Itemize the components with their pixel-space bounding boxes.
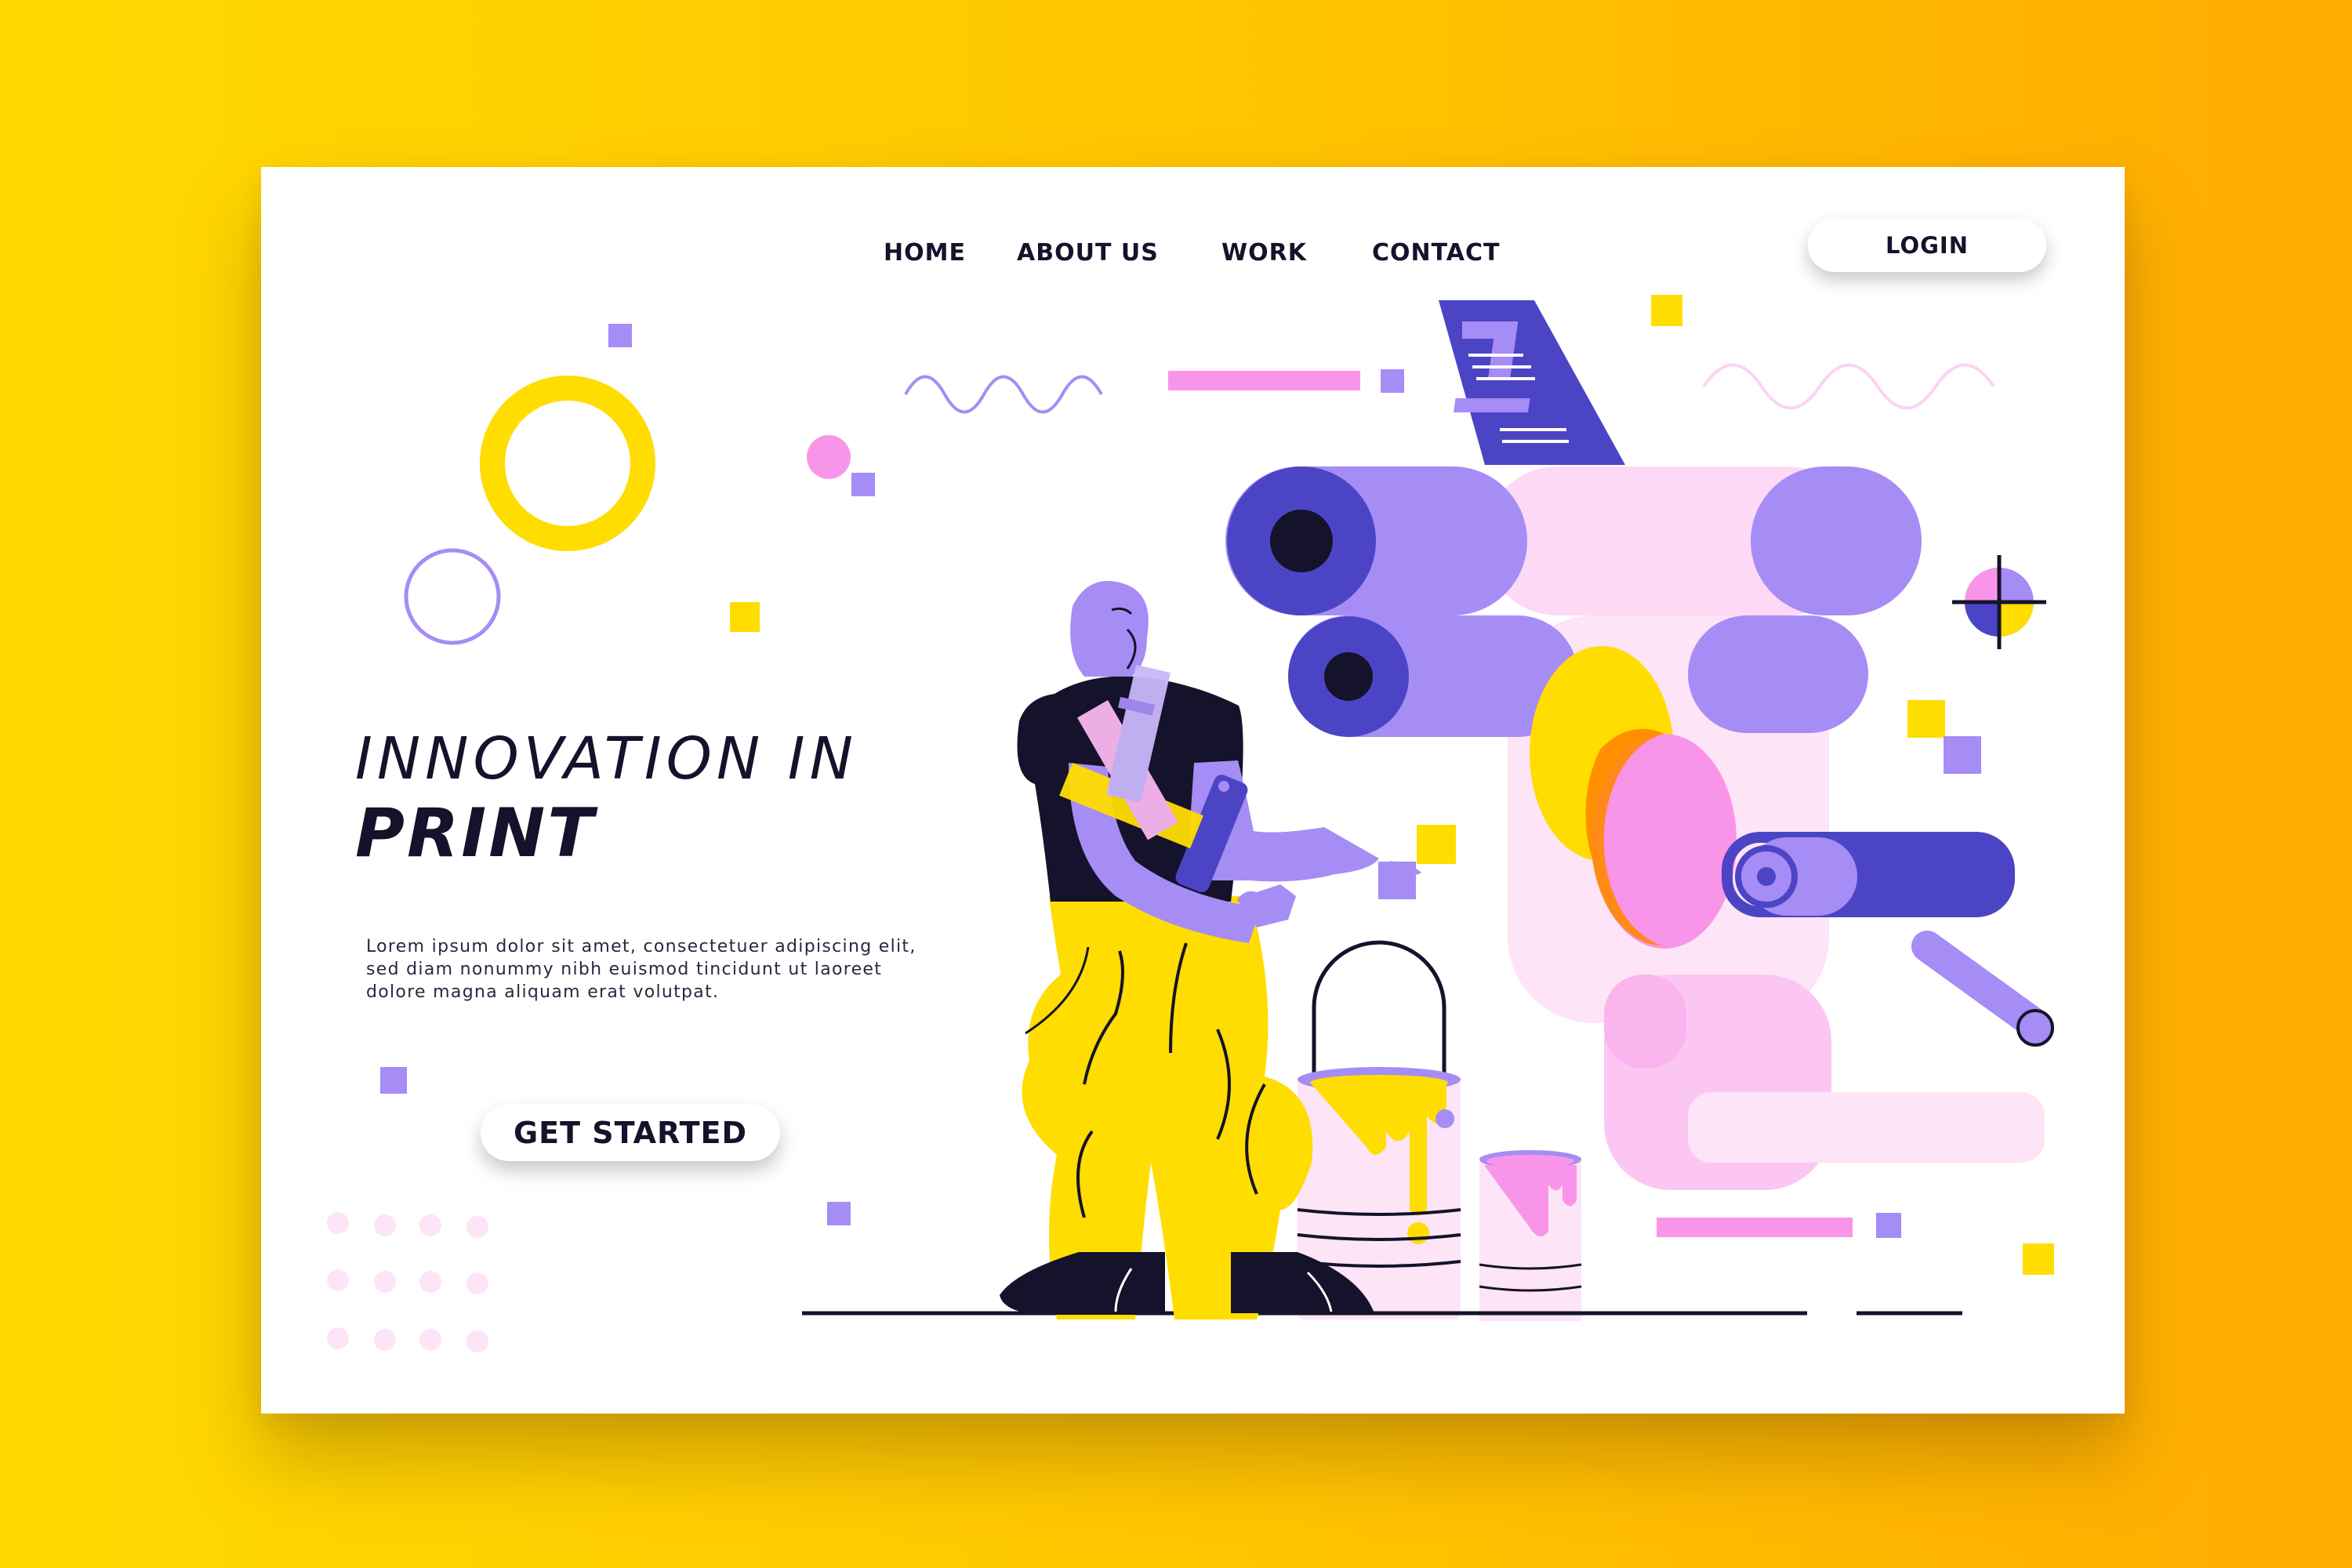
hero-paragraph: Lorem ipsum dolor sit amet, consectetuer… [366,937,916,1002]
hero-title-line2: PRINT [355,794,596,873]
nav-contact-link[interactable]: CONTACT [1372,230,1500,277]
nav-about-link[interactable]: ABOUT US [1017,230,1159,277]
dot-grid-decoration [327,1212,488,1352]
registration-mark-icon [1952,555,2046,649]
nav-home-link[interactable]: HOME [884,230,966,277]
wave-decoration [904,375,1103,414]
purple-ring-decoration [404,548,501,645]
document-sheet-icon [1439,300,1625,465]
hero-title-line1: INNOVATION IN [355,725,858,793]
nav-work-link[interactable]: WORK [1221,230,1307,277]
yellow-ring-decoration [480,376,655,551]
login-button[interactable]: LOGIN [1808,219,2046,272]
get-started-button[interactable]: GET STARTED [481,1105,780,1161]
landing-card: HOME ABOUT US WORK CONTACT LOGIN INNOVAT… [261,167,2125,1414]
